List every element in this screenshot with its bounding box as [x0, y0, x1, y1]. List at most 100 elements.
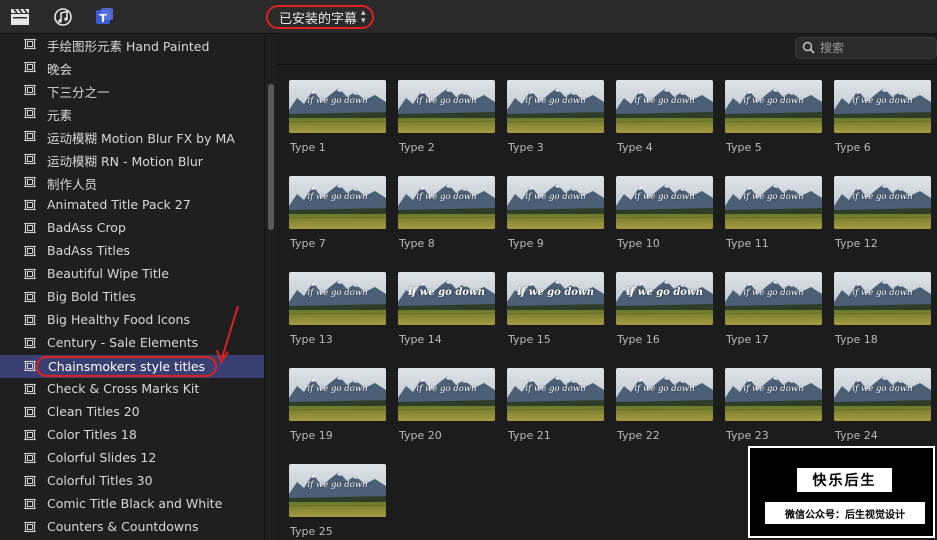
title-thumbnail[interactable]: if we go down	[507, 80, 604, 133]
title-tile[interactable]: if we go down Type 7	[289, 176, 386, 261]
title-thumbnail[interactable]: if we go down	[289, 368, 386, 421]
sidebar-scrollbar[interactable]	[264, 34, 276, 540]
title-tile[interactable]: if we go down Type 12	[834, 176, 931, 261]
title-thumbnail[interactable]: if we go down	[834, 368, 931, 421]
title-tile[interactable]: if we go down Type 4	[616, 80, 713, 165]
title-thumbnail[interactable]: if we go down	[616, 368, 713, 421]
title-thumbnail[interactable]: if we go down	[507, 176, 604, 229]
title-tile-label: Type 9	[508, 237, 544, 250]
thumbnail-caption: if we go down	[634, 96, 695, 106]
search-field[interactable]	[795, 37, 937, 59]
title-tile-label: Type 5	[726, 141, 762, 154]
title-tile[interactable]: if we go down Type 15	[507, 272, 604, 357]
title-tile[interactable]: if we go down Type 17	[725, 272, 822, 357]
clapperboard-icon[interactable]	[10, 7, 30, 27]
title-thumbnail[interactable]: if we go down	[616, 272, 713, 325]
title-tile-label: Type 19	[290, 429, 333, 442]
toolbar: T 已安装的字幕 ▴ ▾	[0, 0, 937, 34]
thumbnail-caption: if we go down	[416, 192, 477, 202]
sidebar-item-label: 运动模糊 Motion Blur FX by MA	[47, 131, 235, 146]
sidebar-item[interactable]: Color Titles 18	[0, 424, 264, 447]
title-thumbnail[interactable]: if we go down	[725, 176, 822, 229]
title-library-icon	[24, 107, 36, 119]
sidebar-item[interactable]: Colorful Slides 12	[0, 447, 264, 470]
title-thumbnail[interactable]: if we go down	[507, 368, 604, 421]
thumbnail-caption: if we go down	[743, 384, 804, 394]
title-tile[interactable]: if we go down Type 11	[725, 176, 822, 261]
sidebar-item[interactable]: Counters & Countdowns	[0, 516, 264, 539]
title-tile-label: Type 16	[617, 333, 660, 346]
sidebar-item[interactable]: BadAss Crop	[0, 217, 264, 240]
thumbnail-caption: if we go down	[525, 96, 586, 106]
title-thumbnail[interactable]: if we go down	[507, 272, 604, 325]
title-library-icon	[24, 199, 36, 211]
sidebar-item-label: Colorful Titles 30	[47, 473, 153, 488]
title-tile[interactable]: if we go down Type 25	[289, 464, 386, 540]
title-library-icon	[24, 222, 36, 234]
title-tile[interactable]: if we go down Type 8	[398, 176, 495, 261]
title-thumbnail[interactable]: if we go down	[398, 80, 495, 133]
title-tile-label: Type 15	[508, 333, 551, 346]
title-thumbnail[interactable]: if we go down	[398, 176, 495, 229]
thumbnail-caption: if we go down	[852, 96, 913, 106]
sidebar-item[interactable]: 制作人员	[0, 171, 264, 194]
sidebar-item[interactable]: Animated Title Pack 27	[0, 194, 264, 217]
music-note-icon[interactable]	[53, 7, 73, 27]
sidebar-item-label: Beautiful Wipe Title	[47, 266, 169, 281]
search-input[interactable]	[820, 40, 932, 56]
title-thumbnail[interactable]: if we go down	[398, 368, 495, 421]
title-thumbnail[interactable]: if we go down	[834, 272, 931, 325]
sidebar-item[interactable]: Comic Title Black and White	[0, 493, 264, 516]
title-tile[interactable]: if we go down Type 23	[725, 368, 822, 453]
title-thumbnail[interactable]: if we go down	[398, 272, 495, 325]
thumbnail-caption: if we go down	[416, 384, 477, 394]
titles-category-dropdown[interactable]: 已安装的字幕 ▴ ▾	[266, 5, 374, 29]
title-tile[interactable]: if we go down Type 19	[289, 368, 386, 453]
title-tile[interactable]: if we go down Type 18	[834, 272, 931, 357]
sidebar-item[interactable]: 下三分之一	[0, 79, 264, 102]
title-tile[interactable]: if we go down Type 5	[725, 80, 822, 165]
title-library-icon	[24, 429, 36, 441]
title-tile[interactable]: if we go down Type 21	[507, 368, 604, 453]
sidebar-item[interactable]: Check & Cross Marks Kit	[0, 378, 264, 401]
title-tile[interactable]: if we go down Type 16	[616, 272, 713, 357]
title-tile[interactable]: if we go down Type 6	[834, 80, 931, 165]
title-library-icon	[24, 521, 36, 533]
sidebar-item[interactable]: 元素	[0, 102, 264, 125]
title-thumbnail[interactable]: if we go down	[616, 80, 713, 133]
title-tile[interactable]: if we go down Type 14	[398, 272, 495, 357]
title-thumbnail[interactable]: if we go down	[616, 176, 713, 229]
title-thumbnail[interactable]: if we go down	[289, 464, 386, 517]
sidebar-item[interactable]: Clean Titles 20	[0, 401, 264, 424]
title-thumbnail[interactable]: if we go down	[289, 80, 386, 133]
sidebar-item[interactable]: BadAss Titles	[0, 240, 264, 263]
sidebar-item[interactable]: 手绘图形元素 Hand Painted	[0, 34, 264, 56]
title-tile[interactable]: if we go down Type 20	[398, 368, 495, 453]
sidebar-item[interactable]: Colorful Titles 30	[0, 470, 264, 493]
title-thumbnail[interactable]: if we go down	[834, 80, 931, 133]
title-thumbnail[interactable]: if we go down	[725, 368, 822, 421]
title-thumbnail[interactable]: if we go down	[289, 176, 386, 229]
title-thumbnail[interactable]: if we go down	[289, 272, 386, 325]
title-tile[interactable]: if we go down Type 3	[507, 80, 604, 165]
title-tile[interactable]: if we go down Type 24	[834, 368, 931, 453]
title-thumbnail[interactable]: if we go down	[725, 80, 822, 133]
titles-icon[interactable]: T	[95, 7, 115, 27]
thumbnail-caption: if we go down	[743, 96, 804, 106]
title-thumbnail[interactable]: if we go down	[725, 272, 822, 325]
title-tile[interactable]: if we go down Type 22	[616, 368, 713, 453]
title-tile[interactable]: if we go down Type 9	[507, 176, 604, 261]
divider	[276, 64, 937, 65]
title-tile[interactable]: if we go down Type 1	[289, 80, 386, 165]
title-tile[interactable]: if we go down Type 10	[616, 176, 713, 261]
sidebar-item[interactable]: 运动模糊 RN - Motion Blur	[0, 148, 264, 171]
chevron-up-down-icon: ▴ ▾	[361, 8, 366, 26]
sidebar-item[interactable]: Beautiful Wipe Title	[0, 263, 264, 286]
title-tile[interactable]: if we go down Type 2	[398, 80, 495, 165]
title-tile[interactable]: if we go down Type 13	[289, 272, 386, 357]
title-library-icon	[24, 314, 36, 326]
sidebar-item[interactable]: 晚会	[0, 56, 264, 79]
title-thumbnail[interactable]: if we go down	[834, 176, 931, 229]
sidebar-scroll-thumb[interactable]	[268, 84, 274, 230]
sidebar-item[interactable]: 运动模糊 Motion Blur FX by MA	[0, 125, 264, 148]
